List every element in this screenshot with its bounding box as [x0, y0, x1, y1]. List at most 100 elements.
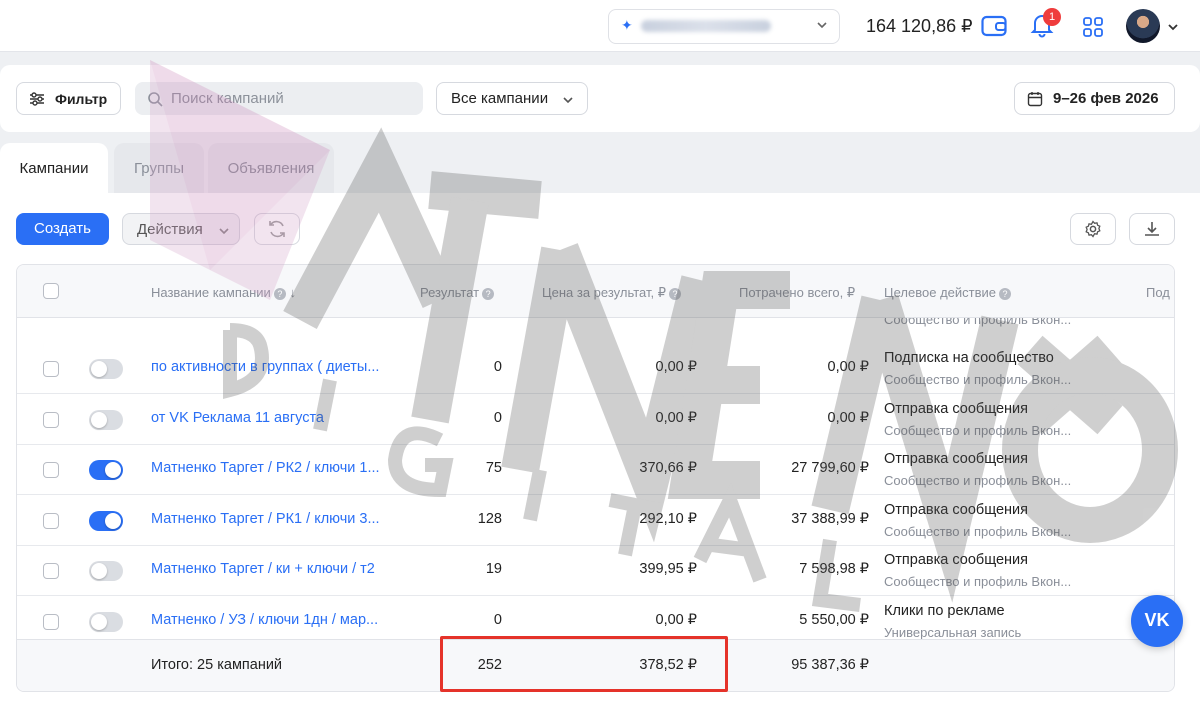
- help-icon[interactable]: ?: [273, 288, 286, 300]
- table-row[interactable]: Матненко Таргет / РК2 / ключи 1... 75 370,…: [17, 445, 1174, 495]
- help-icon[interactable]: ?: [668, 288, 681, 300]
- create-button[interactable]: Создать: [16, 213, 109, 245]
- campaign-name-link[interactable]: Матненко / УЗ / ключи 1дн / мар...: [151, 612, 378, 628]
- target-action-detail: Сообщество и профиль Вкон...: [884, 473, 1072, 488]
- toggle-knob: [105, 462, 121, 478]
- vk-chat-button[interactable]: VK: [1131, 595, 1183, 647]
- campaigns-select[interactable]: Все кампании: [436, 82, 588, 115]
- help-icon[interactable]: ?: [999, 288, 1011, 300]
- refresh-button[interactable]: [254, 213, 300, 245]
- spent-value: 7 598,98 ₽: [799, 561, 869, 577]
- chevron-down-icon[interactable]: [1166, 20, 1180, 34]
- table-row[interactable]: по активности в группах ( диеты... 0 0,00 …: [17, 344, 1174, 394]
- settings-button[interactable]: [1070, 213, 1116, 245]
- table-row[interactable]: Матненко Таргет / РК1 / ключи 3... 128 292…: [17, 495, 1174, 546]
- target-action: Подписка на сообщество: [884, 350, 1054, 366]
- gear-icon: [1085, 220, 1101, 238]
- tab-groups[interactable]: Группы: [114, 143, 204, 195]
- filter-button[interactable]: Фильтр: [16, 82, 121, 115]
- campaign-toggle[interactable]: [89, 409, 123, 430]
- campaigns-select-value: Все кампании: [451, 90, 549, 107]
- row-checkbox[interactable]: [43, 512, 59, 529]
- target-action: Отправка сообщения: [884, 552, 1028, 568]
- date-range-label: 9–26 фев 2026: [1053, 90, 1159, 107]
- top-header: ✦ 164 120,86 ₽ 1: [0, 0, 1200, 52]
- spent-value: 5 550,00 ₽: [799, 611, 869, 628]
- column-target-header[interactable]: Целевое действие?: [884, 285, 1011, 300]
- chevron-down-icon: [563, 97, 573, 104]
- toggle-knob: [91, 563, 107, 579]
- row-checkbox[interactable]: [43, 411, 59, 428]
- totals-label: Итого: 25 кампаний: [151, 657, 283, 673]
- campaign-toggle[interactable]: [89, 510, 123, 531]
- campaign-name-link[interactable]: Матненко Таргет / ки + ключи / т2: [151, 561, 375, 577]
- wallet-icon[interactable]: [981, 14, 1007, 38]
- column-extra-header[interactable]: Под: [1146, 285, 1170, 300]
- filter-bar: Фильтр Все кампании 9–26 фев 2026: [0, 65, 1200, 132]
- target-action-detail: Сообщество и профиль Вкон...: [884, 422, 1072, 438]
- table-row[interactable]: Матненко Таргет / ки + ключи / т2 19 399,9…: [17, 546, 1174, 596]
- actions-label: Действия: [137, 220, 203, 238]
- search-box[interactable]: [135, 82, 423, 115]
- result-value: 75: [485, 460, 502, 476]
- toggle-knob: [91, 411, 107, 428]
- help-icon[interactable]: ?: [482, 288, 495, 300]
- sliders-icon: [30, 91, 44, 106]
- vk-logo-icon: VK: [1144, 610, 1170, 630]
- campaign-toggle[interactable]: [89, 460, 123, 480]
- actions-dropdown[interactable]: Действия: [122, 213, 240, 245]
- spent-value: 37 388,99 ₽: [791, 510, 869, 527]
- download-button[interactable]: [1129, 213, 1175, 245]
- result-value: 0: [493, 409, 502, 426]
- column-name-header[interactable]: Название кампании? ↓: [151, 285, 296, 300]
- column-spent-header[interactable]: Потрачено всего, ₽: [739, 285, 855, 301]
- account-selector[interactable]: ✦: [608, 9, 840, 44]
- blurred-account-name: [641, 20, 771, 32]
- sort-arrow-icon[interactable]: ↓: [286, 285, 296, 300]
- campaign-name-link[interactable]: Матненко Таргет / РК2 / ключи 1...: [151, 460, 380, 476]
- campaign-toggle[interactable]: [89, 359, 123, 379]
- sparkle-icon: ✦: [621, 17, 633, 33]
- row-checkbox[interactable]: [43, 613, 59, 630]
- select-all-checkbox[interactable]: [43, 283, 59, 299]
- highlight-frame: [440, 636, 728, 692]
- row-checkbox[interactable]: [43, 361, 59, 377]
- date-range-picker[interactable]: 9–26 фев 2026: [1014, 82, 1175, 115]
- chevron-down-icon: [219, 228, 229, 235]
- target-action: Отправка сообщения: [884, 501, 1028, 518]
- toggle-knob: [91, 361, 107, 377]
- partial-row-subtext: Сообщество и профиль Вкон...: [884, 318, 1072, 327]
- apps-grid-icon[interactable]: [1083, 17, 1103, 37]
- target-action-detail: Сообщество и профиль Вкон...: [884, 574, 1072, 589]
- campaign-name-link[interactable]: от VK Реклама 11 августа: [151, 410, 324, 426]
- row-checkbox[interactable]: [43, 563, 59, 579]
- column-result-header[interactable]: Результат?: [420, 285, 495, 300]
- column-price-header[interactable]: Цена за результат, ₽?: [542, 285, 681, 301]
- campaigns-panel: Создать Действия Название кампании? ↓ Ре…: [0, 193, 1200, 702]
- search-icon: [148, 91, 163, 107]
- campaign-toggle[interactable]: [89, 611, 123, 632]
- spent-value: 0,00 ₽: [827, 359, 869, 375]
- price-value: 399,95 ₽: [639, 561, 697, 577]
- notification-badge: 1: [1043, 8, 1061, 26]
- result-value: 0: [493, 359, 502, 375]
- table-header: Название кампании? ↓ Результат? Цена за …: [17, 265, 1174, 318]
- tab-ads[interactable]: Объявления: [208, 143, 334, 195]
- user-avatar[interactable]: [1126, 9, 1160, 43]
- download-icon: [1145, 222, 1159, 236]
- price-value: 0,00 ₽: [655, 409, 697, 426]
- result-value: 19: [485, 561, 502, 577]
- campaign-toggle[interactable]: [89, 561, 123, 581]
- table-row[interactable]: от VK Реклама 11 августа 0 0,00 ₽ 0,00 ₽ Отп…: [17, 394, 1174, 445]
- calendar-icon: [1027, 91, 1043, 106]
- target-action: Отправка сообщения: [884, 451, 1028, 467]
- campaign-name-link[interactable]: по активности в группах ( диеты...: [151, 359, 379, 375]
- search-input[interactable]: [171, 90, 411, 107]
- totals-spent: 95 387,36 ₽: [791, 657, 869, 673]
- tab-campaigns[interactable]: Кампании: [0, 143, 108, 195]
- campaigns-table: Название кампании? ↓ Результат? Цена за …: [16, 264, 1175, 692]
- target-action: Клики по рекламе: [884, 602, 1005, 619]
- campaign-name-link[interactable]: Матненко Таргет / РК1 / ключи 3...: [151, 511, 380, 527]
- row-checkbox[interactable]: [43, 462, 59, 478]
- target-action: Отправка сообщения: [884, 400, 1028, 417]
